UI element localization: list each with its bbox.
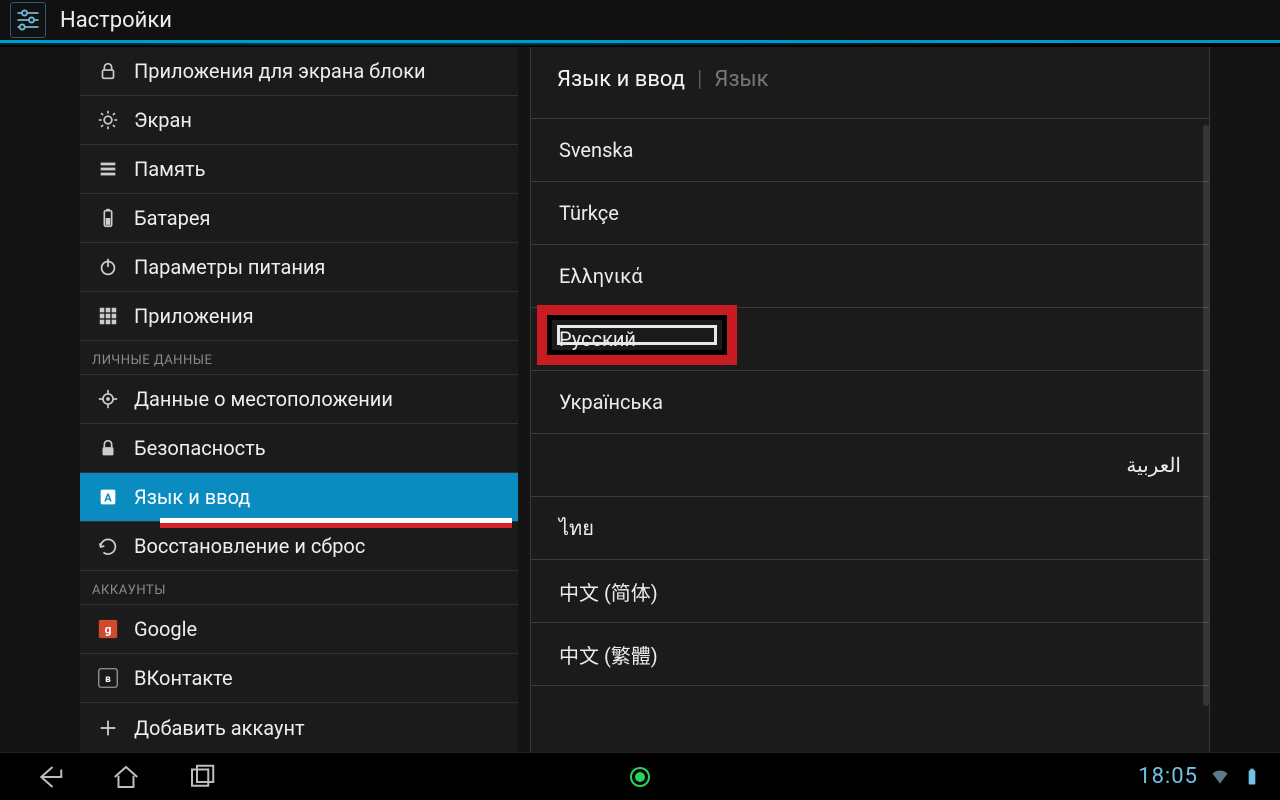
title-bar: Настройки: [0, 0, 1280, 40]
sidebar-item-security[interactable]: Безопасность: [80, 424, 518, 473]
lock-icon: [96, 59, 120, 83]
sidebar-item-label: Батарея: [134, 206, 210, 230]
language-label: Русский: [559, 327, 636, 351]
sidebar-item-language[interactable]: A Язык и ввод: [80, 473, 518, 522]
sidebar-item-label: Память: [134, 157, 205, 181]
sidebar-item-lockscreen-apps[interactable]: Приложения для экрана блоки: [80, 47, 518, 96]
sidebar-header-accounts: АККАУНТЫ: [80, 571, 518, 605]
sidebar-item-label: Восстановление и сброс: [134, 534, 365, 558]
language-option[interactable]: العربية: [531, 434, 1209, 497]
breadcrumb: Язык и ввод | Язык: [531, 47, 1209, 119]
sidebar-item-label: Параметры питания: [134, 255, 325, 279]
language-label: Ελληνικά: [559, 264, 643, 288]
sidebar-item-label: Приложения: [134, 304, 254, 328]
language-label: Svenska: [559, 138, 633, 162]
nav-back-button[interactable]: [30, 757, 70, 797]
system-navbar: 18:05: [0, 752, 1280, 800]
sidebar-item-backup[interactable]: Восстановление и сброс: [80, 522, 518, 571]
svg-text:g: g: [105, 623, 112, 637]
plus-icon: [96, 716, 120, 740]
breadcrumb-root[interactable]: Язык и ввод: [557, 67, 685, 92]
sidebar-item-label: Язык и ввод: [134, 485, 250, 509]
language-option[interactable]: Українська: [531, 371, 1209, 434]
sidebar-item-battery[interactable]: Батарея: [80, 194, 518, 243]
storage-icon: [96, 157, 120, 181]
sidebar-item-label: Данные о местоположении: [134, 387, 393, 411]
sidebar-item-label: Безопасность: [134, 436, 266, 460]
nav-center-indicator[interactable]: [630, 767, 650, 787]
sidebar-item-display[interactable]: Экран: [80, 96, 518, 145]
sidebar-header-personal: ЛИЧНЫЕ ДАННЫЕ: [80, 341, 518, 375]
settings-sidebar: Приложения для экрана блоки Экран Память…: [80, 47, 518, 752]
language-label: Українська: [559, 390, 663, 414]
status-clock: 18:05: [1138, 764, 1198, 789]
sidebar-item-label: Добавить аккаунт: [134, 716, 305, 740]
language-label: 中文 (繁體): [559, 640, 658, 669]
language-label: العربية: [1126, 453, 1181, 477]
wifi-icon: [1210, 767, 1230, 787]
sidebar-item-power[interactable]: Параметры питания: [80, 243, 518, 292]
sidebar-item-apps[interactable]: Приложения: [80, 292, 518, 341]
backup-icon: [96, 534, 120, 558]
language-list: Svenska Türkçe Ελληνικά Русский Українсь…: [531, 119, 1209, 686]
language-option[interactable]: Svenska: [531, 119, 1209, 182]
svg-text:в: в: [105, 674, 111, 685]
language-option[interactable]: ไทย: [531, 497, 1209, 560]
sidebar-item-location[interactable]: Данные о местоположении: [80, 375, 518, 424]
svg-text:A: A: [104, 492, 112, 505]
language-option[interactable]: 中文 (简体): [531, 560, 1209, 623]
brightness-icon: [96, 108, 120, 132]
sidebar-item-label: Приложения для экрана блоки: [134, 59, 426, 83]
language-option[interactable]: Ελληνικά: [531, 245, 1209, 308]
sidebar-item-vk[interactable]: в ВКонтакте: [80, 654, 518, 703]
nav-recents-button[interactable]: [182, 757, 222, 797]
sidebar-item-label: Экран: [134, 108, 192, 132]
google-icon: g: [96, 617, 120, 641]
sidebar-item-label: Google: [134, 617, 197, 641]
sidebar-item-add-account[interactable]: Добавить аккаунт: [80, 703, 518, 752]
vk-icon: в: [96, 666, 120, 690]
apps-icon: [96, 304, 120, 328]
main-panel: Язык и ввод | Язык Svenska Türkçe Ελληνι…: [530, 47, 1210, 752]
language-icon: A: [96, 485, 120, 509]
language-option-selected[interactable]: Русский: [531, 308, 1209, 371]
scrollbar[interactable]: [1203, 125, 1209, 706]
nav-home-button[interactable]: [106, 757, 146, 797]
language-label: ไทย: [559, 512, 594, 544]
security-lock-icon: [96, 436, 120, 460]
sidebar-item-google[interactable]: g Google: [80, 605, 518, 654]
settings-app-icon: [10, 2, 46, 38]
language-label: Türkçe: [559, 201, 619, 225]
page-title: Настройки: [60, 8, 172, 33]
battery-status-icon: [1242, 767, 1262, 787]
location-icon: [96, 387, 120, 411]
power-icon: [96, 255, 120, 279]
breadcrumb-separator: |: [693, 67, 706, 92]
accent-divider: [0, 40, 1280, 43]
language-option[interactable]: 中文 (繁體): [531, 623, 1209, 686]
breadcrumb-current: Язык: [714, 67, 768, 92]
language-option[interactable]: Türkçe: [531, 182, 1209, 245]
sidebar-item-label: ВКонтакте: [134, 666, 233, 690]
sidebar-item-storage[interactable]: Память: [80, 145, 518, 194]
battery-icon: [96, 206, 120, 230]
language-label: 中文 (简体): [559, 577, 658, 606]
content-area: Приложения для экрана блоки Экран Память…: [0, 47, 1280, 752]
